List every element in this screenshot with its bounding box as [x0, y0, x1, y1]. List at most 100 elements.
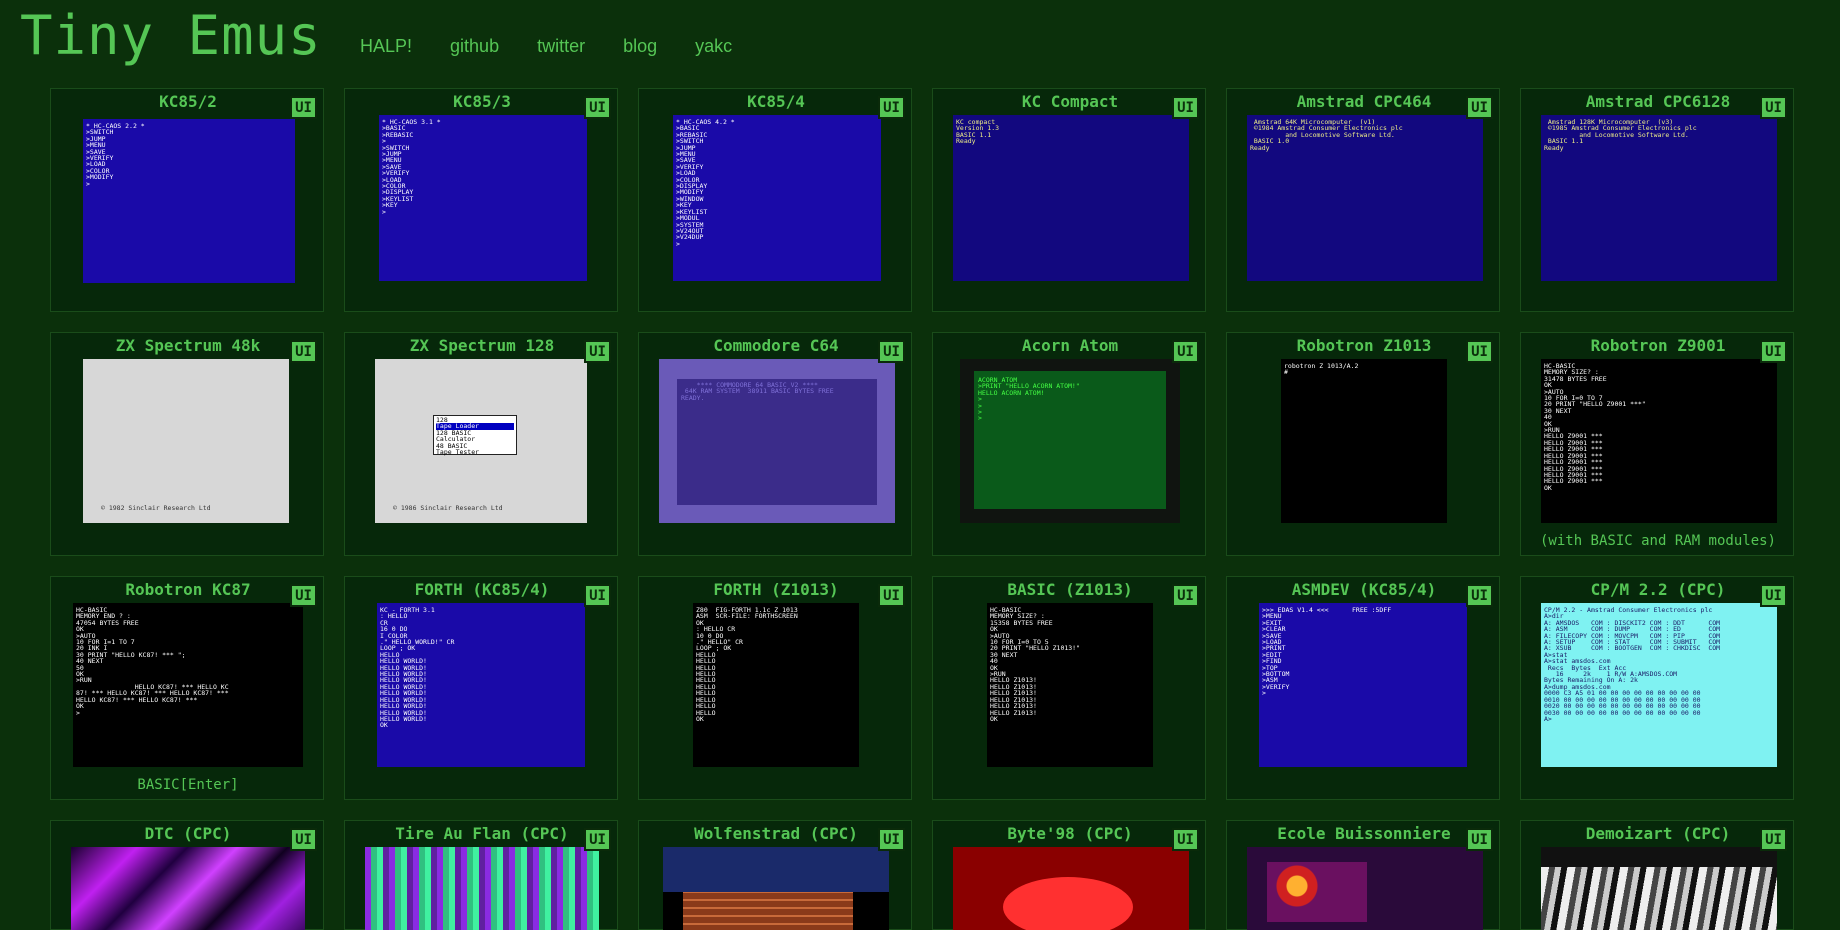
emulator-card[interactable]: FORTH (Z1013) Z80 FIG-FORTH 1.1c Z 1013 AS… [638, 576, 912, 800]
emulator-screenshot[interactable]: robotron Z 1013/A.2 # [1281, 359, 1447, 523]
ui-mode-button[interactable]: UI [584, 584, 611, 607]
emulator-screenshot[interactable]: HC-BASIC MEMORY SIZE? :31478 BYTES FREE OK… [1541, 359, 1777, 523]
card-title: ZX Spectrum 48k [115, 336, 261, 355]
demo-art-panel [1267, 862, 1367, 922]
emulator-screenshot[interactable]: HC-BASIC MEMORY END ? :47054 BYTES FREE OK… [73, 603, 303, 767]
ui-mode-button[interactable]: UI [1760, 96, 1787, 119]
ui-mode-button[interactable]: UI [290, 340, 317, 363]
emulator-screenshot[interactable]: * HC-CAOS 2.2 * >SWITCH >JUMP >MENU >SAVE >VE… [83, 119, 295, 283]
card-title: BASIC (Z1013) [1007, 580, 1133, 599]
ui-mode-button[interactable]: UI [584, 340, 611, 363]
card-title: CP/M 2.2 (CPC) [1590, 580, 1726, 599]
screen-text-line: OK [696, 714, 704, 723]
emulator-screenshot[interactable] [71, 847, 305, 930]
ui-mode-button[interactable]: UI [290, 96, 317, 119]
card-title: KC85/4 [747, 92, 805, 111]
ui-mode-button[interactable]: UI [290, 828, 317, 851]
card-title: Acorn Atom [1021, 336, 1119, 355]
emulator-screenshot[interactable] [1247, 847, 1483, 930]
emulator-screenshot[interactable] [953, 847, 1189, 930]
emulator-card[interactable]: Robotron Z9001 HC-BASIC MEMORY SIZE? :3147… [1520, 332, 1794, 556]
emulator-screenshot[interactable]: Amstrad 128K Microcomputer (v3) ©1985 Am… [1541, 115, 1777, 281]
emulator-screenshot[interactable]: © 1986 Sinclair Research Ltd 128 Tape Load… [375, 359, 587, 523]
screen-text-line: OK [380, 721, 388, 730]
ui-mode-button[interactable]: UI [878, 584, 905, 607]
emulator-card[interactable]: Commodore C64 **** COMMODORE 64 BASIC V2… [638, 332, 912, 556]
card-title: Wolfenstrad (CPC) [694, 824, 858, 843]
emulator-screenshot[interactable]: >>> EDAS V1.4 <<< FREE :5DFF >MENU >EXIT >C… [1259, 603, 1467, 767]
ui-mode-button[interactable]: UI [1466, 96, 1493, 119]
ui-mode-button[interactable]: UI [1466, 340, 1493, 363]
emulator-card[interactable]: Wolfenstrad (CPC) UI [638, 820, 912, 930]
emulator-card[interactable]: BASIC (Z1013) HC-BASIC MEMORY SIZE? :15358… [932, 576, 1206, 800]
card-title: DTC (CPC) [144, 824, 232, 843]
nav-link-halp[interactable]: HALP! [360, 36, 412, 57]
ui-mode-button[interactable]: UI [1760, 584, 1787, 607]
card-caption: BASIC[Enter] [137, 777, 239, 793]
emulator-screenshot[interactable]: © 1982 Sinclair Research Ltd [83, 359, 289, 523]
emulator-screenshot[interactable]: KC compact Version 1.3 BASIC 1.1 Ready [953, 115, 1189, 281]
screen-text-line: > [382, 207, 386, 216]
emulator-card[interactable]: Amstrad CPC464 Amstrad 64K Microcomputer… [1226, 88, 1500, 312]
emulator-screenshot[interactable] [663, 847, 889, 930]
ui-mode-button[interactable]: UI [878, 96, 905, 119]
emulator-screenshot[interactable]: **** COMMODORE 64 BASIC V2 **** 64K RAM … [659, 359, 895, 523]
nav-link-github[interactable]: github [450, 36, 499, 57]
card-title: Commodore C64 [713, 336, 839, 355]
ui-mode-button[interactable]: UI [1172, 96, 1199, 119]
emulator-screenshot[interactable]: ACORN ATOM >PRINT "HELLO ACORN ATOM!" HELL… [960, 359, 1180, 523]
emulator-card[interactable]: Tire Au Flan (CPC) UI [344, 820, 618, 930]
ui-mode-button[interactable]: UI [1172, 828, 1199, 851]
emulator-card[interactable]: DTC (CPC) UI [50, 820, 324, 930]
emulator-card[interactable]: ZX Spectrum 48k © 1982 Sinclair Research … [50, 332, 324, 556]
emulator-card[interactable]: Acorn Atom ACORN ATOM >PRINT "HELLO ACORN … [932, 332, 1206, 556]
emulator-card[interactable]: KC85/2 * HC-CAOS 2.2 * >SWITCH >JUMP >MENU >S… [50, 88, 324, 312]
card-title: FORTH (Z1013) [713, 580, 839, 599]
nav-link-twitter[interactable]: twitter [537, 36, 585, 57]
emulator-screenshot[interactable]: KC - FORTH 3.1: HELLO CR 16 0 DO I COLOR ." … [377, 603, 585, 767]
emulator-card[interactable]: ASMDEV (KC85/4) >>> EDAS V1.4 <<< FREE :5… [1226, 576, 1500, 800]
ui-mode-button[interactable]: UI [1466, 828, 1493, 851]
emulator-card[interactable]: Demoizart (CPC) UI [1520, 820, 1794, 930]
card-title: Ecole Buissonniere [1277, 824, 1451, 843]
emulator-card[interactable]: Ecole Buissonniere UI [1226, 820, 1500, 930]
ui-mode-button[interactable]: UI [584, 96, 611, 119]
emulator-screenshot[interactable]: * HC-CAOS 4.2 * >BASIC >REBASIC >SWITCH >JUM… [673, 115, 881, 281]
ui-mode-button[interactable]: UI [878, 340, 905, 363]
emulator-card[interactable]: KC85/4 * HC-CAOS 4.2 * >BASIC >REBASIC >SWIT… [638, 88, 912, 312]
emulator-card[interactable]: KC85/3 * HC-CAOS 3.1 * >BASIC >REBASIC > >SWI… [344, 88, 618, 312]
ui-mode-button[interactable]: UI [1760, 340, 1787, 363]
site-title: Tiny Emus [20, 4, 322, 67]
ui-mode-button[interactable]: UI [1760, 828, 1787, 851]
ui-mode-button[interactable]: UI [1172, 584, 1199, 607]
emulator-screenshot[interactable] [1541, 847, 1777, 930]
emulator-card[interactable]: CP/M 2.2 (CPC) CP/M 2.2 - Amstrad Consume… [1520, 576, 1794, 800]
nav-link-yakc[interactable]: yakc [695, 36, 732, 57]
emulator-card[interactable]: Amstrad CPC6128 Amstrad 128K Microcomput… [1520, 88, 1794, 312]
emulator-card[interactable]: ZX Spectrum 128 © 1986 Sinclair Research … [344, 332, 618, 556]
ui-mode-button[interactable]: UI [584, 828, 611, 851]
card-title: KC Compact [1021, 92, 1119, 111]
emulator-card[interactable]: FORTH (KC85/4) KC - FORTH 3.1: HELLO CR 16 … [344, 576, 618, 800]
emulator-card[interactable]: KC Compact KC compact Version 1.3 BASIC 1.1… [932, 88, 1206, 312]
emulator-screenshot[interactable]: * HC-CAOS 3.1 * >BASIC >REBASIC > >SWITCH >JU… [379, 115, 587, 281]
emulator-card[interactable]: Robotron Z1013 robotron Z 1013/A.2 # UI [1226, 332, 1500, 556]
screen-text-line: > [978, 414, 982, 423]
emulator-card[interactable]: Robotron KC87 HC-BASIC MEMORY END ? :47054… [50, 576, 324, 800]
ui-mode-button[interactable]: UI [1172, 340, 1199, 363]
card-title: Robotron KC87 [125, 580, 251, 599]
emulator-screenshot[interactable] [365, 847, 599, 930]
screen-text-line: > [1262, 689, 1266, 698]
emulator-screenshot[interactable]: Z80 FIG-FORTH 1.1c Z 1013 ASM SCR-FILE: F… [693, 603, 859, 767]
ui-mode-button[interactable]: UI [1466, 584, 1493, 607]
emulator-card[interactable]: Byte'98 (CPC) UI [932, 820, 1206, 930]
screen-text-line: READY. [681, 393, 705, 402]
emulator-screenshot[interactable]: HC-BASIC MEMORY SIZE? :15358 BYTES FREE OK… [987, 603, 1153, 767]
nav-link-blog[interactable]: blog [623, 36, 657, 57]
screen-text-line: > [676, 239, 680, 248]
ui-mode-button[interactable]: UI [290, 584, 317, 607]
emulator-screenshot[interactable]: Amstrad 64K Microcomputer (v1) ©1984 Ams… [1247, 115, 1483, 281]
ui-mode-button[interactable]: UI [878, 828, 905, 851]
emulator-screenshot[interactable]: CP/M 2.2 - Amstrad Consumer Electronics … [1541, 603, 1777, 767]
screen-text-line: Ready [1250, 143, 1270, 152]
